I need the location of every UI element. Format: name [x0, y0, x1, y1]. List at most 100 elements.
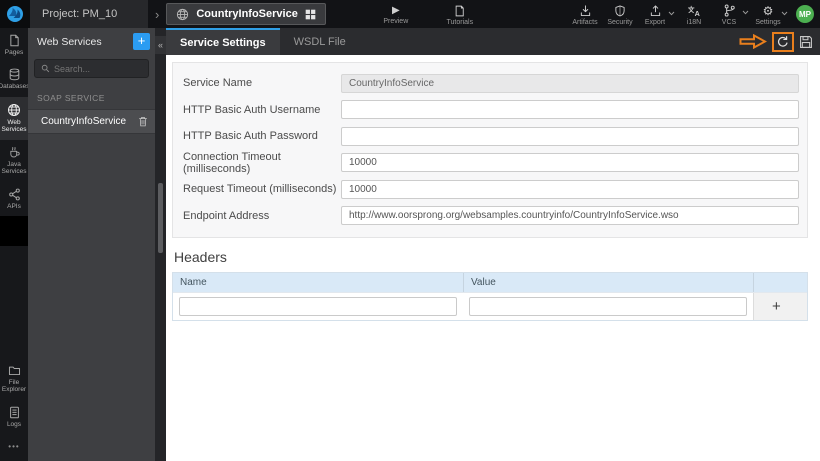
- field-label-auth-password: HTTP Basic Auth Password: [183, 130, 318, 143]
- refresh-service-button[interactable]: [772, 31, 794, 52]
- java-services-label: Java Services: [1, 160, 27, 176]
- wavemaker-logo-icon: [7, 6, 23, 22]
- tab-wsdl-file[interactable]: WSDL File: [280, 28, 360, 55]
- web-services-panel: Web Services + SOAP SERVICE CountryInfoS…: [28, 28, 155, 461]
- field-label-auth-username: HTTP Basic Auth Username: [183, 103, 321, 116]
- headers-table-header-row: Name Value: [173, 273, 807, 292]
- sidebar-item-apis[interactable]: APIs: [0, 182, 28, 216]
- preview-label: Preview: [383, 17, 409, 25]
- column-header-actions: [753, 273, 807, 292]
- user-avatar[interactable]: MP: [796, 5, 814, 23]
- globe-icon: [177, 8, 189, 20]
- artifacts-button[interactable]: Artifacts: [569, 3, 601, 26]
- databases-icon: [9, 69, 19, 81]
- delete-trash-icon[interactable]: [138, 116, 148, 127]
- headers-table: Name Value +: [172, 272, 808, 321]
- web-services-globe-icon: [8, 103, 20, 116]
- export-chevron-down-icon[interactable]: [668, 11, 675, 16]
- panel-collapse-strip: «: [155, 28, 166, 461]
- sidebar-item-java-services[interactable]: Java Services: [0, 140, 28, 182]
- search-icon: [41, 64, 50, 73]
- web-services-label: Web Services: [1, 118, 27, 134]
- field-label-service-name: Service Name: [183, 77, 253, 90]
- artifacts-download-icon: [580, 4, 590, 16]
- databases-label: Databases: [0, 83, 30, 91]
- i18n-translate-icon: A: [687, 5, 700, 17]
- i18n-label: i18N: [686, 18, 702, 26]
- pages-icon: [9, 34, 19, 47]
- export-upload-icon: [650, 4, 660, 16]
- grid-icon[interactable]: [305, 9, 316, 20]
- export-label: Export: [644, 18, 666, 26]
- connection-timeout-input[interactable]: [341, 153, 799, 173]
- service-search-box[interactable]: [34, 59, 149, 78]
- add-service-button[interactable]: +: [133, 33, 150, 50]
- service-list-item[interactable]: CountryInfoService: [28, 109, 155, 134]
- vcs-label: VCS: [721, 19, 737, 26]
- field-label-connection-timeout: Connection Timeout (milliseconds): [183, 150, 281, 175]
- add-header-button[interactable]: +: [772, 299, 781, 314]
- save-floppy-icon: [800, 35, 812, 48]
- service-item-name: CountryInfoService: [41, 116, 127, 127]
- sidebar-item-logs[interactable]: Logs: [0, 400, 28, 434]
- svg-text:A: A: [695, 9, 700, 17]
- tutorials-doc-icon: [455, 5, 465, 16]
- vcs-button[interactable]: VCS: [713, 2, 745, 26]
- collapse-panel-icon[interactable]: «: [155, 36, 166, 54]
- vcs-chevron-down-icon[interactable]: [742, 10, 749, 15]
- security-label: Security: [607, 18, 633, 26]
- sidebar-item-web-services[interactable]: Web Services: [0, 96, 28, 140]
- header-name-input[interactable]: [179, 297, 457, 316]
- field-label-request-timeout: Request Timeout (milliseconds): [183, 183, 337, 196]
- service-name-input[interactable]: [341, 73, 799, 93]
- header-value-input[interactable]: [469, 297, 747, 316]
- i18n-button[interactable]: A i18N: [678, 3, 710, 26]
- breadcrumb-chevron-icon: ›: [155, 6, 160, 22]
- settings-button[interactable]: ⚙ Settings: [752, 3, 784, 26]
- export-button[interactable]: Export: [639, 3, 671, 26]
- service-tab-label: CountryInfoService: [196, 8, 298, 20]
- search-input[interactable]: [54, 63, 142, 74]
- file-explorer-folder-icon: [8, 366, 20, 375]
- project-name: Project: PM_10: [30, 0, 148, 28]
- rail-separator: [0, 216, 28, 247]
- app-logo[interactable]: [0, 0, 30, 28]
- artifacts-label: Artifacts: [572, 18, 598, 26]
- tab-service-settings[interactable]: Service Settings: [166, 28, 280, 55]
- vcs-branch-icon: [724, 4, 735, 17]
- tutorials-label: Tutorials: [446, 18, 474, 26]
- sidebar-item-file-explorer[interactable]: File Explorer: [0, 358, 28, 400]
- settings-label: Settings: [755, 18, 781, 26]
- sidebar-item-pages[interactable]: Pages: [0, 28, 28, 62]
- main-content: Service Settings WSDL File Service Name …: [166, 28, 820, 461]
- apis-icon: [8, 188, 20, 201]
- play-icon: ▶: [391, 4, 400, 16]
- field-label-endpoint-address: Endpoint Address: [183, 209, 270, 222]
- annotation-arrow: [739, 34, 767, 49]
- more-options-icon[interactable]: •••: [0, 434, 28, 461]
- auth-password-input[interactable]: [341, 126, 799, 146]
- save-service-button[interactable]: [799, 35, 813, 49]
- gear-icon: ⚙: [762, 3, 774, 18]
- sidebar-item-databases[interactable]: Databases: [0, 62, 30, 96]
- headers-table-row: +: [173, 292, 807, 320]
- column-header-value: Value: [463, 273, 753, 292]
- preview-button[interactable]: ▶ Preview: [378, 4, 414, 25]
- panel-scrollbar[interactable]: [158, 183, 163, 253]
- endpoint-address-input[interactable]: [341, 206, 799, 226]
- logs-icon: [9, 406, 19, 418]
- service-settings-form: Service Name HTTP Basic Auth Username HT…: [172, 62, 808, 238]
- headers-section-title: Headers: [174, 249, 227, 265]
- request-timeout-input[interactable]: [341, 179, 799, 199]
- auth-username-input[interactable]: [341, 100, 799, 120]
- top-header-bar: Project: PM_10 › CountryInfoService ▶ Pr…: [0, 0, 820, 28]
- java-services-icon: [9, 146, 20, 158]
- panel-title: Web Services: [37, 35, 102, 48]
- apis-label: APIs: [7, 202, 21, 210]
- tutorials-button[interactable]: Tutorials: [442, 3, 478, 26]
- column-header-name: Name: [180, 277, 207, 288]
- left-nav-rail: Pages Databases Web Services Java Servic…: [0, 28, 30, 461]
- settings-chevron-down-icon[interactable]: [781, 11, 788, 16]
- security-button[interactable]: Security: [604, 3, 636, 26]
- service-breadcrumb-tab[interactable]: CountryInfoService: [166, 3, 326, 25]
